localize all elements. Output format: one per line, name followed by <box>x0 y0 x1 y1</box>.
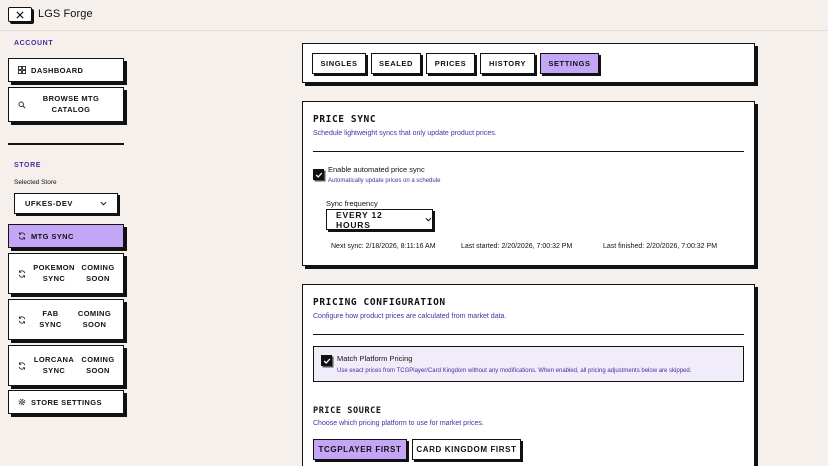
coming-soon-label: COMING SOON <box>81 263 115 283</box>
pricing-config-panel: PRICING CONFIGURATION Configure how prod… <box>302 284 755 466</box>
top-bar: LGS Forge <box>0 0 828 31</box>
sync-icon <box>18 315 26 324</box>
close-icon <box>16 10 24 19</box>
chevron-down-icon <box>425 217 432 222</box>
sync-frequency-label: Sync frequency <box>326 199 378 208</box>
sidebar-item-content: FAB SYNC COMING SOON <box>31 309 123 329</box>
match-platform-pricing-checkbox[interactable] <box>321 355 332 366</box>
sync-icon <box>18 269 26 278</box>
sidebar-item-label: LORCANA SYNC <box>33 355 75 375</box>
last-finished-text: Last finished: 2/20/2026, 7:00:32 PM <box>603 243 718 250</box>
checkmark-icon <box>315 172 322 178</box>
sidebar-item-label: STORE SETTINGS <box>31 397 102 407</box>
store-select-value: UFKES-DEV <box>25 199 73 208</box>
coming-soon-label: COMING SOON <box>81 355 115 375</box>
sidebar-divider <box>8 143 124 145</box>
sidebar-item-content: LORCANA SYNC COMING SOON <box>31 355 123 375</box>
sidebar-item-dashboard[interactable]: DASHBOARD <box>8 58 124 82</box>
chevron-down-icon <box>100 201 107 206</box>
grid-icon <box>18 66 26 74</box>
price-sync-panel: PRICE SYNC Schedule lightweight syncs th… <box>302 101 755 266</box>
coming-soon-label: COMING SOON <box>77 309 112 329</box>
top-divider <box>0 30 828 31</box>
store-section-label: STORE <box>14 162 41 169</box>
sidebar-item-label: BROWSE MTG CATALOG <box>42 94 100 114</box>
sidebar-item-label: DASHBOARD <box>31 65 84 75</box>
price-source-title: PRICE SOURCE <box>313 406 382 416</box>
tab-sealed[interactable]: SEALED <box>371 53 421 74</box>
match-platform-pricing-label: Match Platform Pricing <box>337 354 413 363</box>
close-button[interactable] <box>8 7 32 22</box>
match-platform-pricing-box: Match Platform Pricing Use exact prices … <box>313 346 744 382</box>
last-started-text: Last started: 2/20/2026, 7:00:32 PM <box>461 243 573 250</box>
match-platform-pricing-description: Use exact prices from TCGPlayer/Card Kin… <box>337 368 692 374</box>
sync-frequency-select[interactable]: EVERY 12 HOURS <box>326 209 433 230</box>
tab-settings[interactable]: SETTINGS <box>540 53 599 74</box>
enable-price-sync-label: Enable automated price sync <box>328 165 425 174</box>
search-icon <box>18 101 26 109</box>
checkmark-icon <box>323 358 330 364</box>
tcgplayer-first-button[interactable]: TCGPLAYER FIRST <box>313 439 407 460</box>
price-sync-subtitle: Schedule lightweight syncs that only upd… <box>313 130 497 137</box>
tab-prices[interactable]: PRICES <box>426 53 475 74</box>
pricing-config-title: PRICING CONFIGURATION <box>313 297 446 308</box>
next-sync-text: Next sync: 2/18/2026, 8:11:16 AM <box>331 243 436 250</box>
sync-icon <box>18 361 26 370</box>
pricing-config-subtitle: Configure how product prices are calcula… <box>313 313 507 320</box>
sidebar-item-browse-catalog[interactable]: BROWSE MTG CATALOG <box>8 87 124 122</box>
account-section-label: ACCOUNT <box>14 40 54 47</box>
sidebar-item-label: FAB SYNC <box>39 309 62 329</box>
tab-history[interactable]: HISTORY <box>480 53 535 74</box>
sidebar-item-pokemon-sync[interactable]: POKEMON SYNC COMING SOON <box>8 253 124 294</box>
price-sync-title: PRICE SYNC <box>313 114 377 125</box>
tab-singles[interactable]: SINGLES <box>312 53 366 74</box>
section-divider <box>313 151 744 152</box>
tabs-panel: SINGLES SEALED PRICES HISTORY SETTINGS <box>302 43 755 83</box>
selected-store-label: Selected Store <box>14 179 57 186</box>
store-select[interactable]: UFKES-DEV <box>14 193 118 214</box>
gear-icon <box>18 398 26 406</box>
section-divider <box>313 334 744 335</box>
sidebar-item-store-settings[interactable]: STORE SETTINGS <box>8 390 124 414</box>
card-kingdom-first-button[interactable]: CARD KINGDOM FIRST <box>412 439 521 460</box>
sidebar-item-fab-sync[interactable]: FAB SYNC COMING SOON <box>8 299 124 340</box>
sidebar-item-label: MTG SYNC <box>31 231 74 241</box>
sidebar-item-lorcana-sync[interactable]: LORCANA SYNC COMING SOON <box>8 345 124 386</box>
price-source-subtitle: Choose which pricing platform to use for… <box>313 420 484 427</box>
sidebar-item-mtg-sync[interactable]: MTG SYNC <box>8 224 124 248</box>
sync-icon <box>18 232 26 240</box>
app-title: LGS Forge <box>38 8 93 20</box>
sidebar-item-label: POKEMON SYNC <box>33 263 75 283</box>
sync-frequency-value: EVERY 12 HOURS <box>336 209 383 230</box>
enable-price-sync-description: Automatically update prices on a schedul… <box>328 178 441 184</box>
enable-price-sync-checkbox[interactable] <box>313 169 324 180</box>
sidebar-item-content: POKEMON SYNC COMING SOON <box>31 263 123 283</box>
